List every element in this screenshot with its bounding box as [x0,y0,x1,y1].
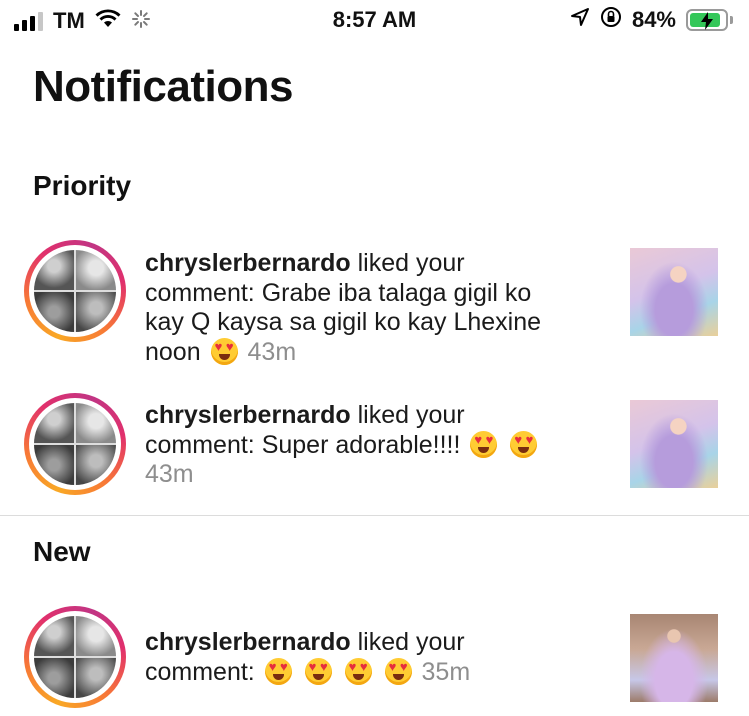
post-thumbnail[interactable] [630,248,718,336]
status-bar: TM 8:57 AM 84% [0,0,749,42]
avatar-story-ring[interactable] [24,393,126,495]
notification-timestamp: 43m [145,460,194,488]
location-arrow-icon [570,7,590,33]
section-divider [0,515,749,516]
notification-text: chryslerbernardo liked your comment: 😍 😍… [145,628,570,687]
notification-text: chryslerbernardo liked your comment: Gra… [145,249,570,367]
notification-text: chryslerbernardo liked your comment: Sup… [145,401,570,490]
avatar [34,616,116,698]
heart-eyes-emoji-icon [510,430,538,458]
battery-percent: 84% [631,7,676,32]
battery-charging-icon [686,9,728,31]
heart-eyes-emoji-icon [210,337,238,365]
notification-item[interactable]: chryslerbernardo liked your comment: Sup… [0,393,749,503]
notification-username[interactable]: chryslerbernardo [145,401,351,429]
notification-timestamp: 35m [421,657,471,686]
heart-eyes-emoji-icon [384,657,412,685]
avatar [34,403,116,485]
heart-eyes-emoji-icon [304,657,332,685]
notification-timestamp: 43m [247,337,297,366]
section-header-new: New [33,536,91,567]
notification-item[interactable]: chryslerbernardo liked your comment: Gra… [0,240,749,370]
avatar-story-ring[interactable] [24,240,126,342]
notification-username[interactable]: chryslerbernardo [145,249,351,277]
heart-eyes-emoji-icon [264,657,292,685]
avatar-story-ring[interactable] [24,606,126,708]
post-thumbnail[interactable] [630,400,718,488]
heart-eyes-emoji-icon [344,657,372,685]
notification-item[interactable]: chryslerbernardo liked your comment: 😍 😍… [0,606,749,716]
orientation-lock-icon [600,6,622,34]
notification-username[interactable]: chryslerbernardo [145,628,351,656]
section-header-priority: Priority [33,170,132,201]
page-title: Notifications [33,62,293,111]
heart-eyes-emoji-icon [470,430,498,458]
avatar [34,250,116,332]
post-thumbnail[interactable] [630,614,718,702]
